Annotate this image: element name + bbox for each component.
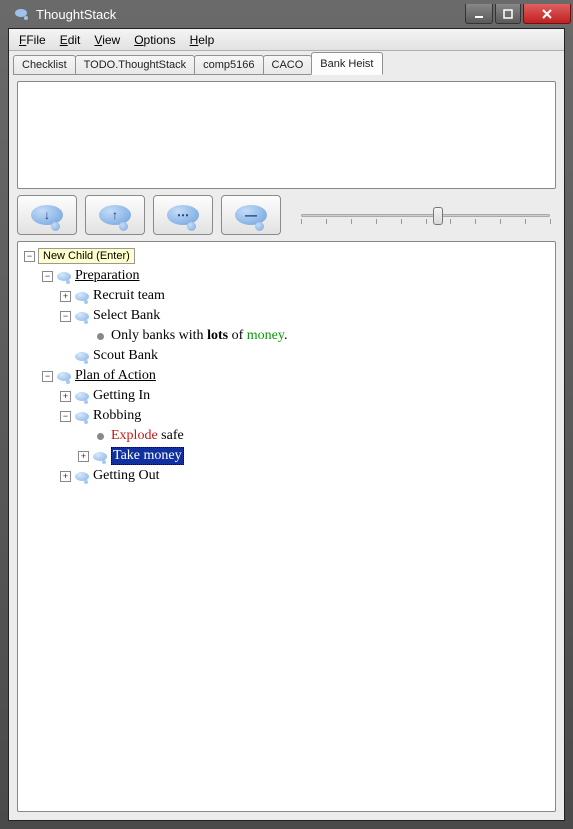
bubble-icon: —	[235, 205, 267, 225]
toolbar: ↓ ↑ ⋯ —	[17, 195, 556, 235]
tree-node[interactable]: Only banks with lots of money.	[24, 326, 549, 346]
tree-node-label: Getting In	[93, 388, 150, 404]
note-editor[interactable]	[17, 81, 556, 189]
menu-help[interactable]: Help	[184, 31, 221, 49]
new-sibling-button[interactable]: ↑	[85, 195, 145, 235]
app-icon	[14, 6, 30, 22]
expand-toggle[interactable]: +	[60, 471, 71, 482]
tree-node[interactable]: + Getting In	[24, 386, 549, 406]
bubble-icon: ↑	[99, 205, 131, 225]
maximize-button[interactable]	[495, 4, 521, 24]
tree-node-label: Recruit team	[93, 288, 165, 304]
slider-tick	[301, 219, 302, 224]
tree-node[interactable]: + Take money	[24, 446, 549, 466]
bubble-icon: ⋯	[167, 205, 199, 225]
tab-todo-thoughtstack[interactable]: TODO.ThoughtStack	[75, 55, 196, 75]
expand-toggle[interactable]: +	[60, 291, 71, 302]
bullet-icon	[92, 330, 108, 342]
toggle-spacer	[78, 331, 89, 342]
slider-tick	[326, 219, 327, 224]
app-window: ThoughtStack FFile Edit View Options Hel…	[0, 0, 573, 829]
tree-node-label: Preparation	[75, 268, 140, 284]
expand-toggle[interactable]: −	[42, 371, 53, 382]
bullet-icon	[92, 430, 108, 442]
titlebar[interactable]: ThoughtStack	[8, 0, 565, 28]
tree-node[interactable]: Explode safe	[24, 426, 549, 446]
slider-tick	[525, 219, 526, 224]
thought-icon	[92, 450, 108, 462]
tree-root[interactable]: −New Child (Enter)	[24, 246, 549, 266]
tabbar: ChecklistTODO.ThoughtStackcomp5166CACOBa…	[9, 51, 564, 75]
toggle-spacer	[60, 351, 71, 362]
tab-bank-heist[interactable]: Bank Heist	[311, 52, 382, 75]
collapse-button[interactable]: —	[221, 195, 281, 235]
thought-icon	[74, 290, 90, 302]
minimize-button[interactable]	[465, 4, 493, 24]
thought-icon	[74, 410, 90, 422]
tree-node[interactable]: + Getting Out	[24, 466, 549, 486]
thought-icon	[74, 350, 90, 362]
slider-tick	[500, 219, 501, 224]
menu-edit[interactable]: Edit	[54, 31, 87, 49]
menu-file[interactable]: FFile	[13, 31, 52, 49]
tree-node-label: Only banks with lots of money.	[111, 328, 287, 344]
expand-toggle[interactable]: −	[60, 411, 71, 422]
tree-node[interactable]: − Preparation	[24, 266, 549, 286]
close-button[interactable]	[523, 4, 571, 24]
tree-node-label: Select Bank	[93, 308, 160, 324]
content-area: ↓ ↑ ⋯ — −New Child (Enter)−Preparation+R…	[9, 75, 564, 820]
expand-toggle[interactable]: −	[24, 251, 35, 262]
menu-view[interactable]: View	[88, 31, 126, 49]
slider-thumb[interactable]	[433, 207, 443, 225]
window-title: ThoughtStack	[36, 7, 116, 22]
tree-node-label: New Child (Enter)	[38, 248, 135, 264]
slider-tick	[450, 219, 451, 224]
tree-node-label: Take money	[111, 447, 184, 465]
slider-tick	[426, 219, 427, 224]
tree-node[interactable]: + Recruit team	[24, 286, 549, 306]
slider-tick	[376, 219, 377, 224]
slider-tick	[475, 219, 476, 224]
tree-node[interactable]: − Select Bank	[24, 306, 549, 326]
expand-toggle[interactable]: +	[60, 391, 71, 402]
tree-panel[interactable]: −New Child (Enter)−Preparation+Recruit t…	[17, 241, 556, 812]
tree-node[interactable]: − Plan of Action	[24, 366, 549, 386]
tab-caco[interactable]: CACO	[263, 55, 313, 75]
tree-node[interactable]: Scout Bank	[24, 346, 549, 366]
new-child-button[interactable]: ↓	[17, 195, 77, 235]
tree-node[interactable]: − Robbing	[24, 406, 549, 426]
toggle-spacer	[78, 431, 89, 442]
expand-toggle[interactable]: −	[60, 311, 71, 322]
slider-track	[301, 214, 550, 217]
window-controls	[465, 4, 571, 24]
tab-checklist[interactable]: Checklist	[13, 55, 76, 75]
tree-node-label: Robbing	[93, 408, 141, 424]
more-button[interactable]: ⋯	[153, 195, 213, 235]
slider-tick	[550, 219, 551, 224]
slider-tick	[401, 219, 402, 224]
zoom-slider[interactable]	[301, 202, 550, 228]
tree-node-label: Plan of Action	[75, 368, 156, 384]
expand-toggle[interactable]: +	[78, 451, 89, 462]
expand-toggle[interactable]: −	[42, 271, 53, 282]
tree-node-label: Getting Out	[93, 468, 160, 484]
menubar: FFile Edit View Options Help	[9, 29, 564, 51]
tree-node-label: Explode safe	[111, 428, 184, 444]
tab-comp5166[interactable]: comp5166	[194, 55, 263, 75]
slider-tick	[351, 219, 352, 224]
thought-icon	[74, 470, 90, 482]
thought-icon	[74, 390, 90, 402]
thought-icon	[74, 310, 90, 322]
tree-node-label: Scout Bank	[93, 348, 158, 364]
client-area: FFile Edit View Options Help ChecklistTO…	[8, 28, 565, 821]
menu-options[interactable]: Options	[128, 31, 181, 49]
thought-icon	[56, 370, 72, 382]
bubble-icon: ↓	[31, 205, 63, 225]
thought-icon	[56, 270, 72, 282]
